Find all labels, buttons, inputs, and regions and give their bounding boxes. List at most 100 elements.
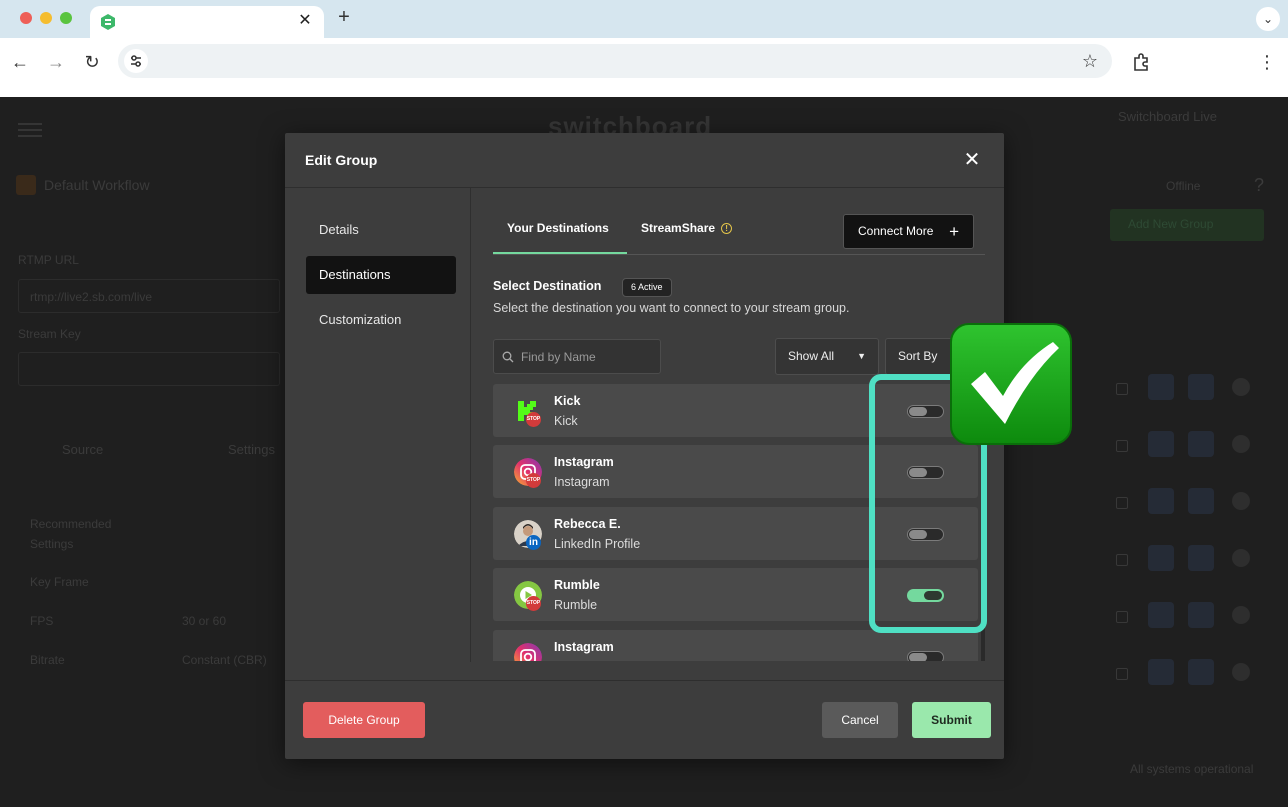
browser-tab-bar: ✕ + ⌄ xyxy=(0,0,1288,38)
stop-badge: STOP xyxy=(526,596,541,611)
plus-icon: + xyxy=(949,222,959,241)
tab-streamshare[interactable]: StreamShare! xyxy=(641,214,751,254)
row-info-icon xyxy=(1148,374,1174,400)
modal-title: Edit Group xyxy=(305,152,378,168)
bitrate-value: Constant (CBR) xyxy=(182,653,267,667)
browser-tab[interactable]: ✕ xyxy=(90,6,324,38)
offline-status: Offline xyxy=(1166,179,1201,193)
destination-name: Kick xyxy=(554,394,581,408)
new-tab-button[interactable]: + xyxy=(334,7,354,28)
row-checkbox xyxy=(1116,554,1128,566)
workflow-title: Default Workflow xyxy=(44,177,150,193)
row-remove-icon xyxy=(1232,549,1250,567)
browser-toolbar: ← → ↻ ☆ ⋮ xyxy=(0,38,1288,97)
connect-more-button[interactable]: Connect More + xyxy=(843,214,974,249)
cancel-button[interactable]: Cancel xyxy=(822,702,898,738)
select-destination-title: Select Destination xyxy=(493,279,602,293)
sidebar-item-customization[interactable]: Customization xyxy=(306,301,456,339)
workflow-icon xyxy=(16,175,36,195)
address-bar[interactable]: ☆ xyxy=(118,44,1112,78)
row-remove-icon xyxy=(1232,606,1250,624)
row-remove-icon xyxy=(1232,492,1250,510)
linkedin-icon: in xyxy=(526,535,541,550)
close-icon[interactable]: ✕ xyxy=(963,150,981,170)
modal-sidebar: Details Destinations Customization xyxy=(285,188,471,662)
caret-down-icon: ▼ xyxy=(857,351,866,361)
window-minimize-button[interactable] xyxy=(40,12,52,24)
row-remove-icon xyxy=(1232,435,1250,453)
settings-tab: Settings xyxy=(228,442,275,457)
row-checkbox xyxy=(1116,383,1128,395)
destination-subtitle: LinkedIn Profile xyxy=(554,537,641,551)
instagram-icon xyxy=(514,643,542,661)
row-info-icon xyxy=(1148,602,1174,628)
row-play-icon xyxy=(1188,602,1214,628)
key-frame-label: Key Frame xyxy=(30,575,89,589)
help-icon: ? xyxy=(1254,175,1265,195)
destination-subtitle: Kick xyxy=(554,414,578,428)
destination-row-instagram[interactable]: Instagram xyxy=(493,630,978,661)
check-mark-icon xyxy=(950,323,1072,445)
warning-icon: ! xyxy=(721,223,733,234)
window-maximize-button[interactable] xyxy=(60,12,72,24)
bookmark-star-icon[interactable]: ☆ xyxy=(1080,49,1100,73)
delete-group-button[interactable]: Delete Group xyxy=(303,702,425,738)
sidebar-item-destinations[interactable]: Destinations xyxy=(306,256,456,294)
tab-close-icon[interactable]: ✕ xyxy=(296,12,314,30)
row-remove-icon xyxy=(1232,663,1250,681)
recommended-settings-label: Recommended xyxy=(30,517,112,531)
submit-button[interactable]: Submit xyxy=(912,702,991,738)
row-play-icon xyxy=(1188,374,1214,400)
search-icon xyxy=(502,351,514,363)
bitrate-label: Bitrate xyxy=(30,653,65,667)
tab-streamshare-label: StreamShare xyxy=(641,221,716,235)
reload-button[interactable]: ↻ xyxy=(80,50,104,74)
connect-more-label: Connect More xyxy=(858,224,934,238)
row-play-icon xyxy=(1188,488,1214,514)
select-destination-description: Select the destination you want to conne… xyxy=(493,301,850,315)
destination-toggle[interactable] xyxy=(907,651,944,661)
destination-name: Instagram xyxy=(554,640,614,654)
hamburger-menu-icon xyxy=(18,123,42,137)
row-info-icon xyxy=(1148,488,1174,514)
window-close-button[interactable] xyxy=(20,12,32,24)
destination-name: Instagram xyxy=(554,455,614,469)
destination-name: Rumble xyxy=(554,578,600,592)
browser-menu-icon[interactable]: ⋮ xyxy=(1258,50,1276,74)
back-button[interactable]: ← xyxy=(8,50,32,74)
tab-search-button[interactable]: ⌄ xyxy=(1256,7,1280,31)
site-info-button[interactable] xyxy=(124,49,148,73)
forward-button[interactable]: → xyxy=(44,50,68,74)
fps-value: 30 or 60 xyxy=(182,614,227,628)
active-count-badge: 6 Active xyxy=(622,278,672,297)
systems-status: All systems operational xyxy=(1130,762,1254,776)
show-all-label: Show All xyxy=(788,349,835,363)
destination-subtitle: Rumble xyxy=(554,598,598,612)
row-play-icon xyxy=(1188,431,1214,457)
tab-your-destinations-label: Your Destinations xyxy=(507,221,609,235)
row-play-icon xyxy=(1188,545,1214,571)
rtmp-url-value: rtmp://live2.sb.com/live xyxy=(30,290,153,304)
row-checkbox xyxy=(1116,668,1128,680)
stop-badge: STOP xyxy=(526,473,541,488)
tab-your-destinations[interactable]: Your Destinations xyxy=(493,214,627,254)
row-checkbox xyxy=(1116,611,1128,623)
row-info-icon xyxy=(1148,659,1174,685)
destination-subtitle: Instagram xyxy=(554,475,610,489)
modal-footer: Delete Group Cancel Submit xyxy=(285,680,1004,759)
row-info-icon xyxy=(1148,431,1174,457)
source-tab: Source xyxy=(62,442,104,457)
modal-header: Edit Group ✕ xyxy=(285,133,1004,188)
tune-icon xyxy=(131,55,141,67)
row-checkbox xyxy=(1116,497,1128,509)
row-checkbox xyxy=(1116,440,1128,452)
sort-by-label: Sort By xyxy=(898,349,938,363)
extensions-puzzle-icon[interactable] xyxy=(1130,50,1154,74)
sidebar-item-details[interactable]: Details xyxy=(306,211,456,249)
show-all-dropdown[interactable]: Show All ▼ xyxy=(775,338,879,375)
row-info-icon xyxy=(1148,545,1174,571)
stream-key-label: Stream Key xyxy=(18,327,81,341)
settings-label: Settings xyxy=(30,537,74,551)
search-input[interactable] xyxy=(521,348,653,366)
account-name: Switchboard Live xyxy=(1118,109,1217,124)
